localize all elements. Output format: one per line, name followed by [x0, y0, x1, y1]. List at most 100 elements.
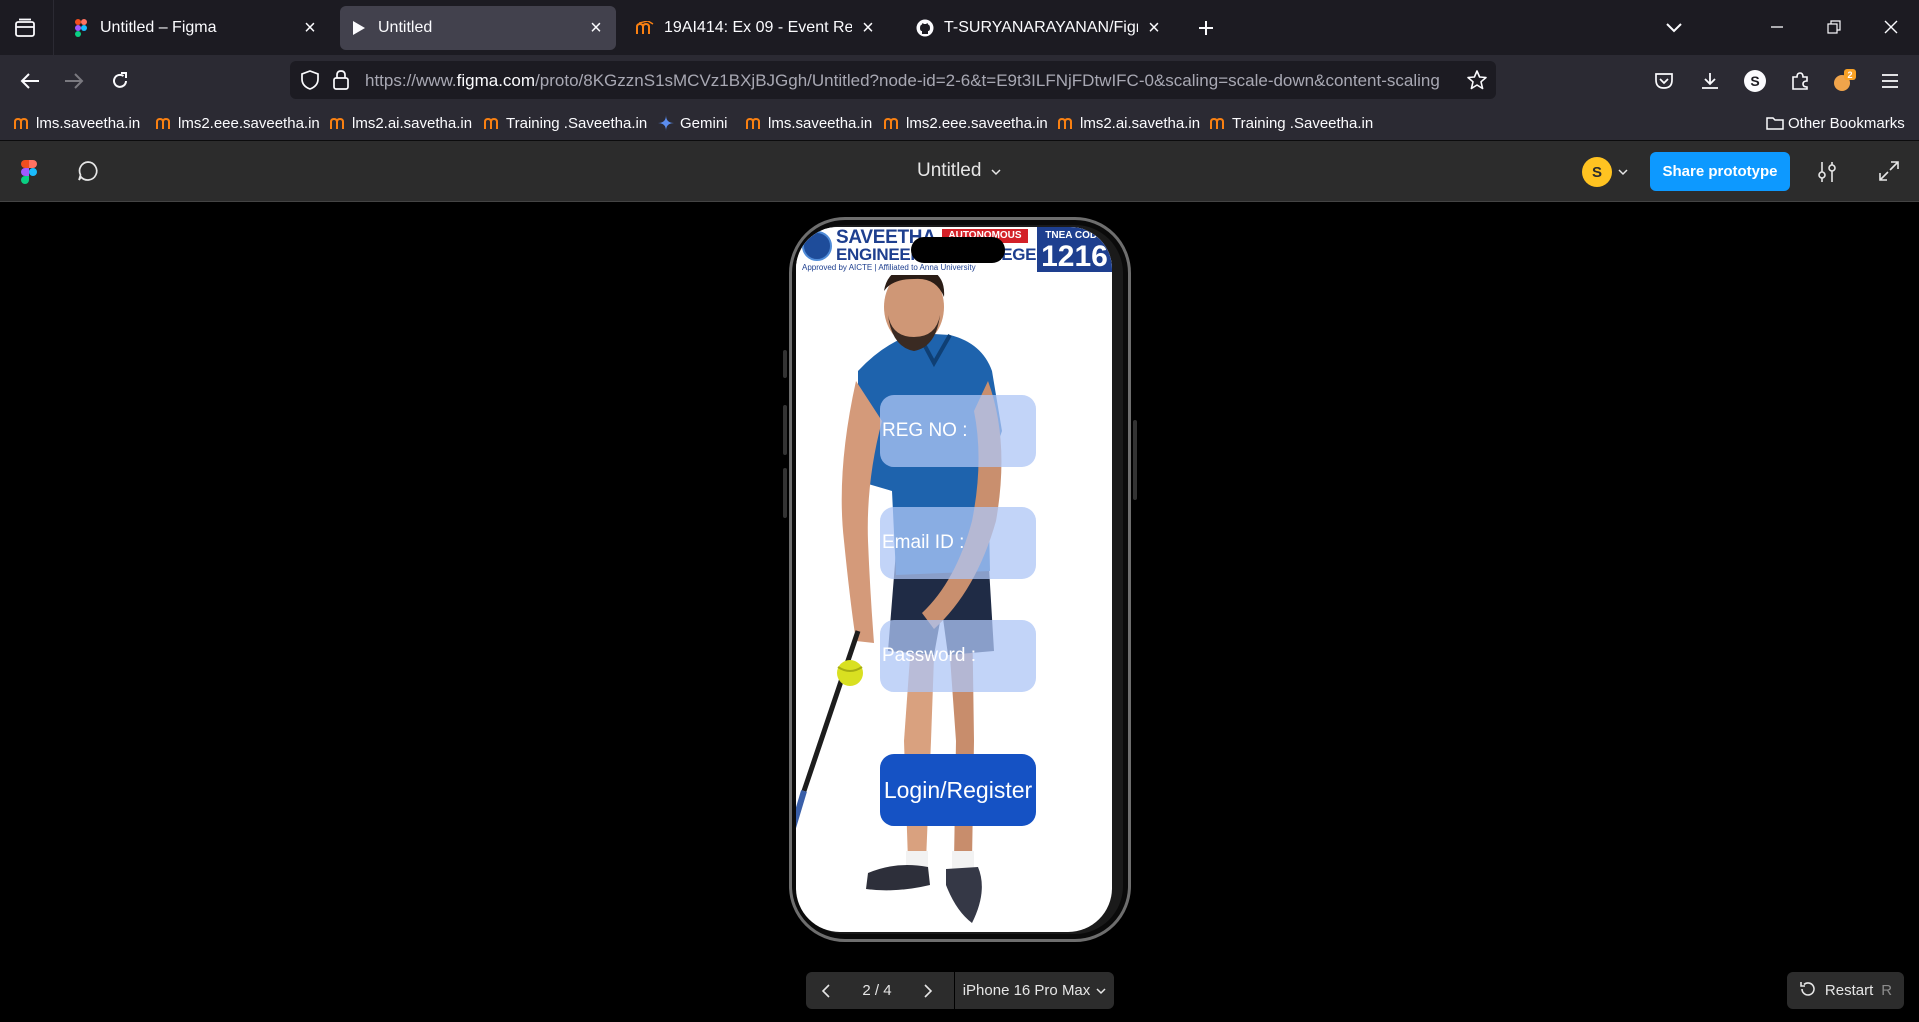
bookmark-label: Training .Saveetha.in	[1232, 114, 1374, 132]
bookmark-item[interactable]: Training .Saveetha.in	[1210, 113, 1373, 133]
phone-screen: SAVEETHA ENGINEERING COLLEGE AUTONOMOUS …	[796, 227, 1112, 932]
moodle-icon	[14, 116, 32, 130]
bookmark-item[interactable]: Training .Saveetha.in	[484, 113, 647, 133]
new-tab-plus-icon[interactable]	[1192, 14, 1220, 42]
bookmark-item[interactable]: Gemini	[658, 113, 728, 133]
tab-event-registration[interactable]: 19AI414: Ex 09 - Event Registrat ×	[626, 6, 888, 50]
other-bookmarks[interactable]: Other Bookmarks	[1766, 113, 1905, 133]
bookmarks-toolbar: lms.saveetha.in lms2.eee.saveetha.in lms…	[0, 105, 1919, 141]
previous-frame-chevron-icon[interactable]	[806, 972, 846, 1009]
url-domain: figma.com	[456, 71, 536, 90]
svg-text:S: S	[1750, 73, 1759, 89]
address-bar[interactable]: https://www.figma.com/proto/8KGzznS1sMCV…	[290, 61, 1496, 99]
bookmark-label: lms2.ai.savetha.in	[1080, 114, 1201, 132]
tab-separator	[53, 0, 54, 55]
chevron-down-icon	[991, 160, 1001, 182]
tab-list-icon[interactable]	[10, 14, 40, 42]
figma-logo-icon[interactable]	[21, 160, 37, 189]
lock-icon[interactable]	[332, 70, 350, 95]
svg-text:2: 2	[1847, 70, 1852, 80]
college-emblem-icon	[802, 231, 832, 261]
expand-fullscreen-icon[interactable]	[1878, 160, 1900, 187]
play-icon	[350, 19, 368, 37]
tab-title: T-SURYANARAYANAN/Figma	[944, 19, 1138, 36]
file-title-menu[interactable]: Untitled	[917, 160, 1001, 182]
restart-label: Restart	[1824, 982, 1874, 999]
restart-icon	[1799, 981, 1817, 1001]
login-register-button[interactable]: Login/Register	[880, 754, 1036, 826]
email-field[interactable]: Email ID :	[880, 507, 1036, 579]
forward-arrow-icon[interactable]	[58, 65, 90, 97]
approval-text: Approved by AICTE | Affiliated to Anna U…	[802, 263, 976, 272]
url-text[interactable]: https://www.figma.com/proto/8KGzznS1sMCV…	[365, 71, 1455, 91]
bookmark-label: lms2.eee.saveetha.in	[906, 114, 1048, 132]
avatar: S	[1582, 157, 1612, 187]
moodle-icon	[884, 116, 902, 130]
restart-button[interactable]: Restart R	[1787, 972, 1904, 1009]
figma-prototype-toolbar: Untitled S Share prototype	[0, 141, 1919, 202]
gemini-icon	[658, 115, 676, 131]
restart-shortcut: R	[1881, 982, 1893, 999]
device-select[interactable]: iPhone 16 Pro Max	[955, 982, 1114, 999]
minimize-icon[interactable]	[1762, 12, 1792, 42]
moodle-icon	[330, 116, 348, 130]
frame-pager: 2 / 4 iPhone 16 Pro Max	[806, 972, 1114, 1009]
file-title: Untitled	[917, 160, 982, 181]
url-path: /proto/8KGzznS1sMCVz1BXjBJGgh/Untitled?n…	[535, 71, 1440, 90]
list-all-tabs-chevron-icon[interactable]	[1659, 12, 1689, 42]
extensions-puzzle-icon[interactable]	[1784, 65, 1816, 97]
password-field[interactable]: Password :	[880, 620, 1036, 692]
chevron-down-icon	[1618, 163, 1628, 181]
hamburger-menu-icon[interactable]	[1874, 65, 1906, 97]
tab-figma-prototype[interactable]: Untitled ×	[340, 6, 616, 50]
bookmark-label: lms2.ai.savetha.in	[352, 114, 473, 132]
frame-count: 2 / 4	[862, 982, 892, 999]
bookmark-item[interactable]: lms2.eee.saveetha.in	[156, 113, 320, 133]
comment-icon[interactable]	[76, 159, 100, 188]
pocket-icon[interactable]	[1648, 65, 1680, 97]
extension-badge-icon[interactable]: 2	[1828, 65, 1860, 97]
moodle-icon	[156, 116, 174, 130]
tab-figma-editor[interactable]: Untitled – Figma ×	[62, 6, 330, 50]
close-tab-icon[interactable]: ×	[1144, 17, 1164, 39]
downloads-icon[interactable]	[1694, 65, 1726, 97]
share-prototype-button[interactable]: Share prototype	[1650, 152, 1790, 191]
folder-icon	[1766, 116, 1784, 130]
bookmark-item[interactable]: lms.saveetha.in	[746, 113, 872, 133]
close-tab-icon[interactable]: ×	[858, 17, 878, 39]
phone-power-button	[1133, 420, 1137, 500]
other-bookmarks-label: Other Bookmarks	[1788, 114, 1905, 132]
bookmark-item[interactable]: lms2.ai.savetha.in	[1058, 113, 1200, 133]
phone-action-button	[783, 350, 787, 378]
device-label: iPhone 16 Pro Max	[962, 982, 1091, 999]
close-tab-icon[interactable]: ×	[586, 17, 606, 39]
tab-github[interactable]: T-SURYANARAYANAN/Figma ×	[906, 6, 1174, 50]
bookmark-item[interactable]: lms.saveetha.in	[14, 113, 140, 133]
moodle-icon	[484, 116, 502, 130]
tab-title: 19AI414: Ex 09 - Event Registrat	[664, 19, 852, 36]
tnea-code: 1216	[1041, 240, 1108, 273]
settings-sliders-icon[interactable]	[1816, 160, 1838, 189]
browser-nav-bar: https://www.figma.com/proto/8KGzznS1sMCV…	[0, 55, 1919, 105]
bookmark-label: lms2.eee.saveetha.in	[178, 114, 320, 132]
next-frame-chevron-icon[interactable]	[908, 972, 948, 1009]
phone-volume-down-button	[783, 468, 787, 518]
tab-title: Untitled	[378, 19, 433, 36]
reload-icon[interactable]	[104, 65, 136, 97]
dynamic-island	[911, 237, 1005, 263]
close-tab-icon[interactable]: ×	[300, 17, 320, 39]
bookmark-item[interactable]: lms2.eee.saveetha.in	[884, 113, 1048, 133]
bookmark-label: lms.saveetha.in	[768, 114, 873, 132]
tracking-protection-shield-icon[interactable]	[300, 70, 320, 95]
phone-volume-up-button	[783, 405, 787, 455]
user-menu[interactable]: S	[1582, 156, 1628, 188]
bookmark-star-icon[interactable]	[1466, 69, 1488, 96]
bookmark-item[interactable]: lms2.ai.savetha.in	[330, 113, 472, 133]
profile-icon[interactable]: S	[1739, 65, 1771, 97]
back-arrow-icon[interactable]	[14, 65, 46, 97]
restore-window-icon[interactable]	[1819, 12, 1849, 42]
close-window-icon[interactable]	[1876, 12, 1906, 42]
tnea-code-badge: TNEA CODE 1216	[1037, 227, 1112, 272]
bookmark-label: Gemini	[680, 114, 728, 132]
reg-no-field[interactable]: REG NO :	[880, 395, 1036, 467]
